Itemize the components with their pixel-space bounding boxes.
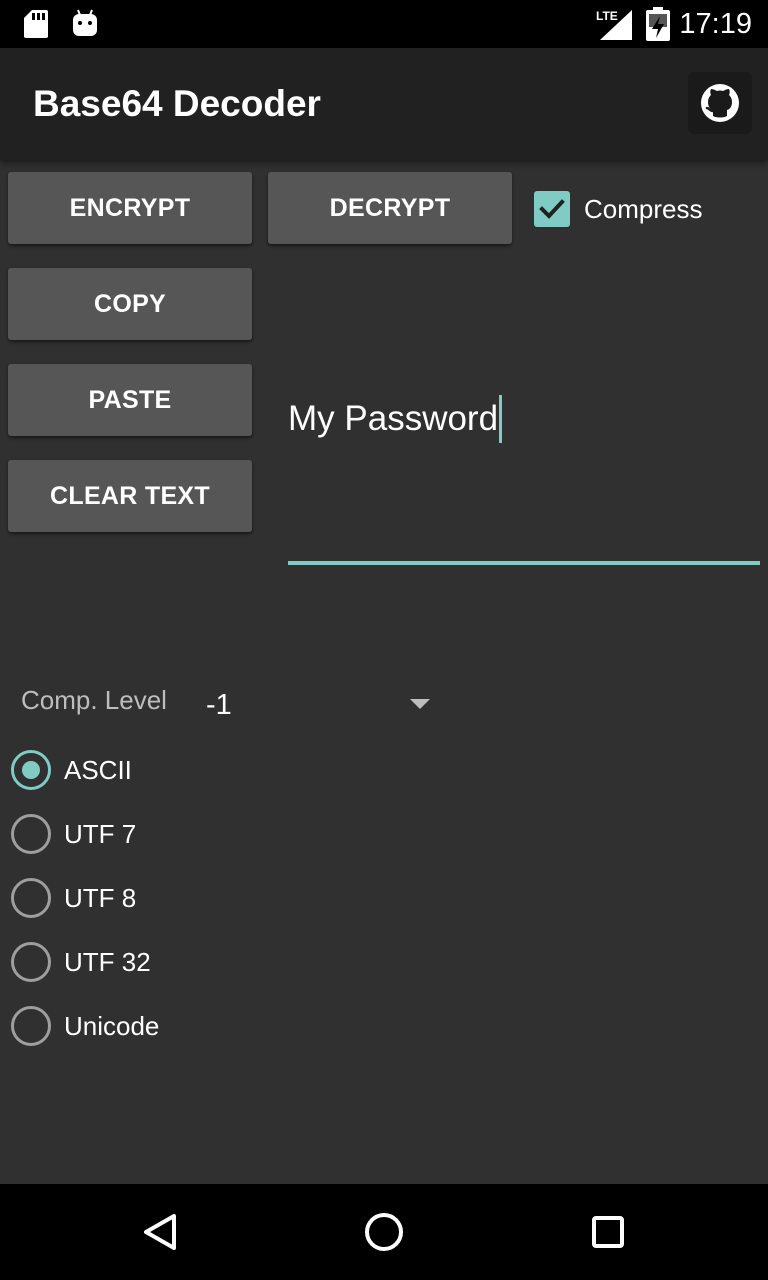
dropdown-arrow-icon[interactable] <box>410 699 430 709</box>
status-time: 17:19 <box>679 8 752 40</box>
radio-unchecked-icon <box>11 1006 51 1046</box>
sd-card-icon <box>24 10 48 38</box>
radio-label: UTF 8 <box>64 883 137 913</box>
radio-unchecked-icon <box>11 878 51 918</box>
signal-icon <box>600 10 632 40</box>
back-icon[interactable] <box>132 1204 188 1260</box>
clear-text-button[interactable]: CLEAR TEXT <box>8 460 252 532</box>
radio-utf8[interactable]: UTF 8 <box>11 878 311 920</box>
radio-ascii[interactable]: ASCII <box>11 750 311 792</box>
radio-checked-icon <box>11 750 51 790</box>
recents-icon[interactable] <box>580 1204 636 1260</box>
status-bar: LTE 17:19 <box>0 0 768 48</box>
paste-button[interactable]: PASTE <box>8 364 252 436</box>
copy-button[interactable]: COPY <box>8 268 252 340</box>
radio-utf7[interactable]: UTF 7 <box>11 814 311 856</box>
text-input-underline <box>288 561 760 565</box>
compress-label[interactable]: Compress <box>584 193 702 225</box>
navigation-bar <box>0 1184 768 1280</box>
battery-icon <box>646 7 670 41</box>
decrypt-button[interactable]: DECRYPT <box>268 172 512 244</box>
radio-label: UTF 7 <box>64 819 137 849</box>
text-cursor <box>499 395 503 443</box>
home-icon[interactable] <box>356 1204 412 1260</box>
text-input[interactable]: My Password <box>288 395 760 443</box>
radio-label: UTF 32 <box>64 947 151 977</box>
compression-level-spinner[interactable]: -1 <box>206 688 232 722</box>
radio-label: Unicode <box>64 1011 160 1041</box>
compress-checkbox[interactable] <box>534 191 570 227</box>
app-bar: Base64 Decoder <box>0 48 768 160</box>
radio-unchecked-icon <box>11 814 51 854</box>
github-icon <box>701 84 739 122</box>
radio-utf32[interactable]: UTF 32 <box>11 942 311 984</box>
radio-unchecked-icon <box>11 942 51 982</box>
github-button[interactable] <box>688 72 752 134</box>
radio-label: ASCII <box>64 755 132 785</box>
compression-level-label: Comp. Level <box>21 685 167 715</box>
radio-unicode[interactable]: Unicode <box>11 1006 311 1048</box>
check-icon <box>539 199 565 219</box>
encrypt-button[interactable]: ENCRYPT <box>8 172 252 244</box>
android-icon <box>73 9 97 36</box>
app-title: Base64 Decoder <box>33 83 321 124</box>
text-input-value: My Password <box>288 399 499 438</box>
